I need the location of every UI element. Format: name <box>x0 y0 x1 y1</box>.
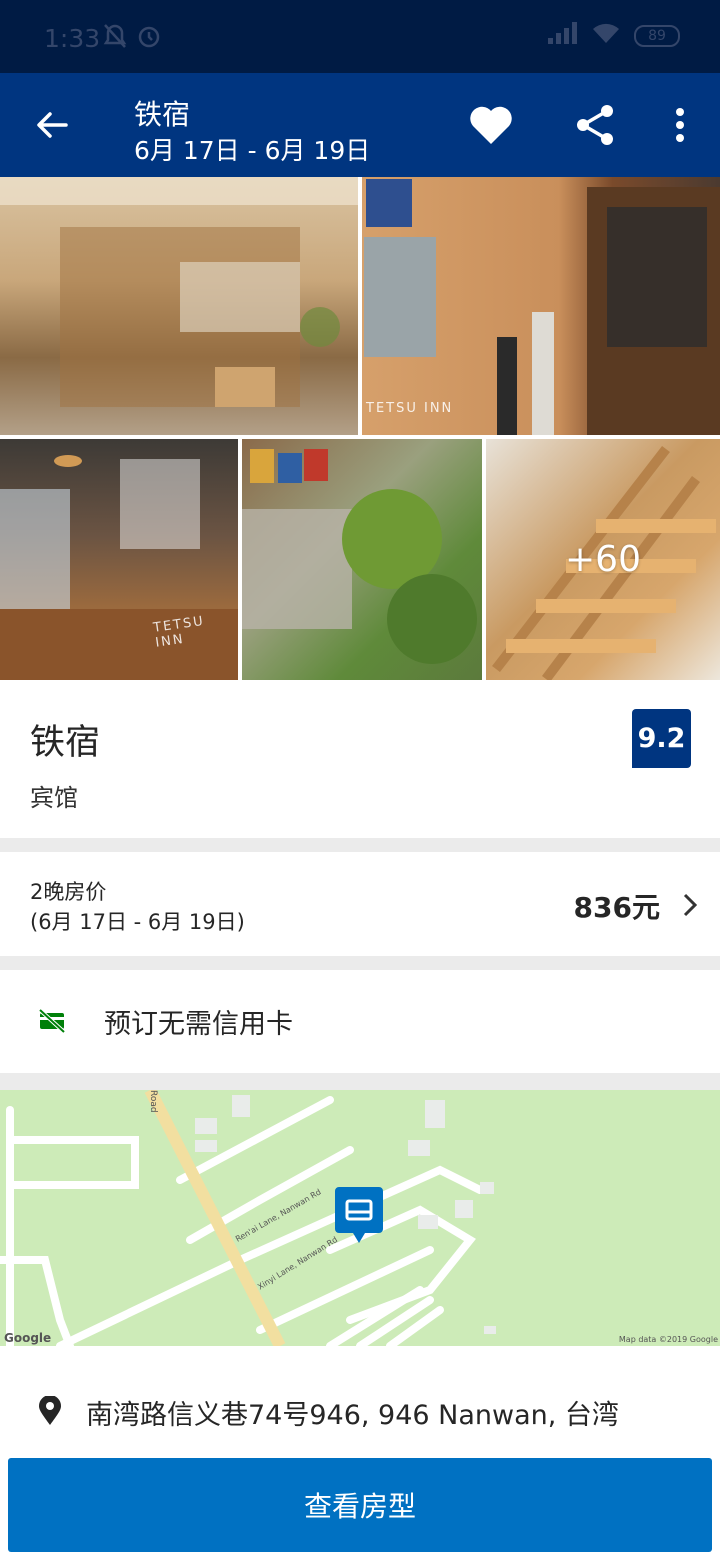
hotel-photo-mailbox[interactable]: TETSU INN <box>362 177 720 435</box>
location-pin-icon <box>39 1396 61 1425</box>
signal-icon <box>548 22 578 50</box>
hotel-map-marker-icon[interactable] <box>335 1187 383 1245</box>
chevron-right-icon <box>683 893 698 917</box>
app-bar: 铁宿 6月 17日 - 6月 19日 <box>0 73 720 177</box>
map-attribution: Map data ©2019 Google <box>618 1335 718 1344</box>
header-title: 铁宿 <box>134 98 191 131</box>
hotel-photo-sign[interactable] <box>242 439 482 680</box>
price-label: 2晚房价 <box>30 880 107 904</box>
section-divider <box>0 956 720 970</box>
more-options-icon[interactable] <box>670 105 690 145</box>
view-rooms-button[interactable]: 查看房型 <box>8 1458 712 1552</box>
review-score-badge[interactable]: 9.2 <box>632 709 691 768</box>
wifi-icon <box>592 22 620 50</box>
section-divider <box>0 1073 720 1090</box>
hotel-photo-counter[interactable]: TETSU INN <box>0 439 238 680</box>
no-credit-card-text: 预订无需信用卡 <box>104 1009 293 1040</box>
hotel-type: 宾馆 <box>30 784 78 812</box>
section-divider <box>0 838 720 852</box>
price-dates: (6月 17日 - 6月 19日) <box>30 910 245 934</box>
back-arrow-icon[interactable] <box>32 105 72 145</box>
hotel-name: 铁宿 <box>30 723 101 763</box>
share-icon[interactable] <box>574 103 616 147</box>
hotel-address[interactable]: 南湾路信义巷74号946, 946 Nanwan, 台湾 <box>86 1393 619 1432</box>
more-photos-count[interactable]: +60 <box>486 439 720 680</box>
alarm-icon <box>136 22 162 56</box>
battery-indicator: 89 <box>634 25 680 47</box>
no-credit-card-icon <box>38 1008 66 1034</box>
hotel-photo-entrance[interactable] <box>0 177 358 435</box>
google-logo: Google <box>4 1331 52 1345</box>
status-time: 1:33 <box>44 24 101 53</box>
header-dates[interactable]: 6月 17日 - 6月 19日 <box>134 131 370 167</box>
map-road-label: Road <box>148 1090 158 1113</box>
status-bar: 1:33 89 <box>0 0 720 73</box>
photo-watermark: TETSU INN <box>366 401 454 416</box>
mute-icon <box>102 22 128 56</box>
price-amount: 836元 <box>573 891 660 924</box>
favorite-heart-icon[interactable] <box>468 103 514 147</box>
